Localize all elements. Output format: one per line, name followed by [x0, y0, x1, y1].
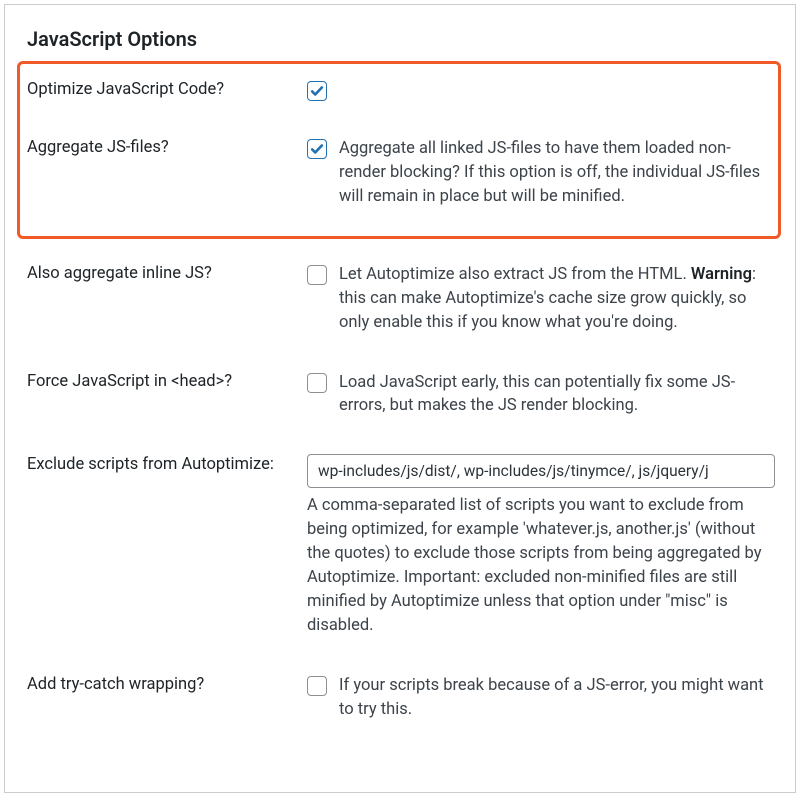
label-also-inline: Also aggregate inline JS? [27, 263, 307, 283]
row-optimize-js: Optimize JavaScript Code? [27, 79, 775, 101]
row-also-inline: Also aggregate inline JS? Let Autoptimiz… [27, 263, 775, 335]
checkbox-aggregate-js[interactable] [307, 139, 327, 159]
desc-trycatch: If your scripts break because of a JS-er… [339, 674, 775, 722]
row-trycatch: Add try-catch wrapping? If your scripts … [27, 674, 775, 722]
checkbox-force-head[interactable] [307, 373, 327, 393]
checkbox-trycatch[interactable] [307, 676, 327, 696]
checkbox-also-inline[interactable] [307, 265, 327, 285]
control-trycatch: If your scripts break because of a JS-er… [307, 674, 775, 722]
label-optimize-js: Optimize JavaScript Code? [27, 79, 307, 99]
control-exclude: A comma-separated list of scripts you wa… [307, 454, 775, 638]
control-also-inline: Let Autoptimize also extract JS from the… [307, 263, 775, 335]
options-rows: Optimize JavaScript Code? Aggregate JS-f… [27, 79, 775, 722]
desc-also-inline-bold: Warning [691, 265, 752, 284]
control-optimize-js [307, 79, 775, 101]
row-exclude: Exclude scripts from Autoptimize: A comm… [27, 454, 775, 638]
control-aggregate-js: Aggregate all linked JS-files to have th… [307, 137, 775, 209]
label-trycatch: Add try-catch wrapping? [27, 674, 307, 694]
help-exclude: A comma-separated list of scripts you wa… [307, 494, 775, 638]
input-exclude-scripts[interactable] [307, 454, 775, 488]
label-force-head: Force JavaScript in <head>? [27, 371, 307, 391]
desc-also-inline-pre: Let Autoptimize also extract JS from the… [339, 265, 691, 284]
row-force-head: Force JavaScript in <head>? Load JavaScr… [27, 371, 775, 419]
label-aggregate-js: Aggregate JS-files? [27, 137, 307, 157]
desc-force-head: Load JavaScript early, this can potentia… [339, 371, 775, 419]
js-options-panel: JavaScript Options Optimize JavaScript C… [4, 4, 796, 793]
checkbox-optimize-js[interactable] [307, 81, 327, 101]
control-force-head: Load JavaScript early, this can potentia… [307, 371, 775, 419]
desc-also-inline: Let Autoptimize also extract JS from the… [339, 263, 775, 335]
section-title: JavaScript Options [27, 27, 775, 51]
desc-aggregate-js: Aggregate all linked JS-files to have th… [339, 137, 775, 209]
label-exclude: Exclude scripts from Autoptimize: [27, 454, 307, 474]
row-aggregate-js: Aggregate JS-files? Aggregate all linked… [27, 137, 775, 209]
